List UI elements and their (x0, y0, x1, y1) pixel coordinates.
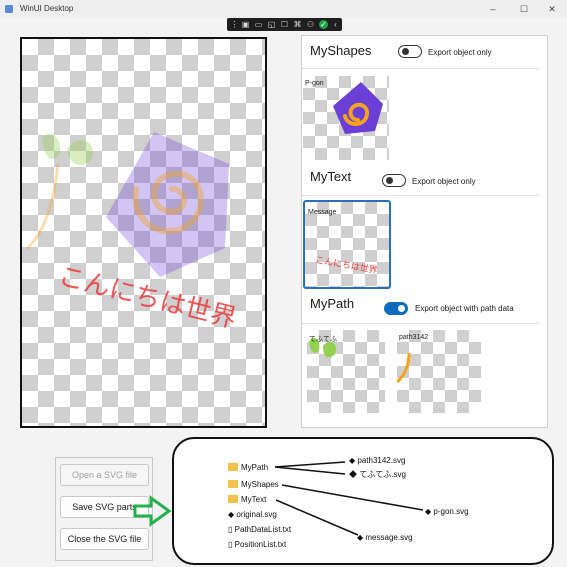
folder-myshapes: MyShapes (228, 480, 279, 489)
svg-file-icon: ◆ (357, 533, 364, 542)
folder-mypath: MyPath (228, 463, 268, 472)
folder-icon (228, 463, 238, 471)
svg-file-icon: ◆ (425, 507, 432, 516)
output-message-svg: ◆ message.svg (357, 533, 413, 542)
file-original-svg: ◆ original.svg (228, 510, 277, 519)
folder-icon (228, 480, 238, 488)
output-path3142-svg: ◆ path3142.svg (349, 456, 406, 465)
svg-file-icon: ◆ (228, 510, 235, 519)
svg-file-icon: ◆ (349, 470, 357, 479)
svg-file-icon: ◆ (349, 456, 356, 465)
folder-icon (228, 495, 238, 503)
output-tefutefu-svg: ◆ てふてふ.svg (349, 470, 406, 479)
file-pathdatalist: ▯ PathDataList.txt (228, 525, 292, 534)
folder-mytext: MyText (228, 495, 266, 504)
output-pgon-svg: ◆ p-gon.svg (425, 507, 469, 516)
text-file-icon: ▯ (228, 540, 233, 549)
file-positionlist: ▯ PositionList.txt (228, 540, 287, 549)
text-file-icon: ▯ (228, 525, 233, 534)
connector-lines (274, 461, 424, 536)
